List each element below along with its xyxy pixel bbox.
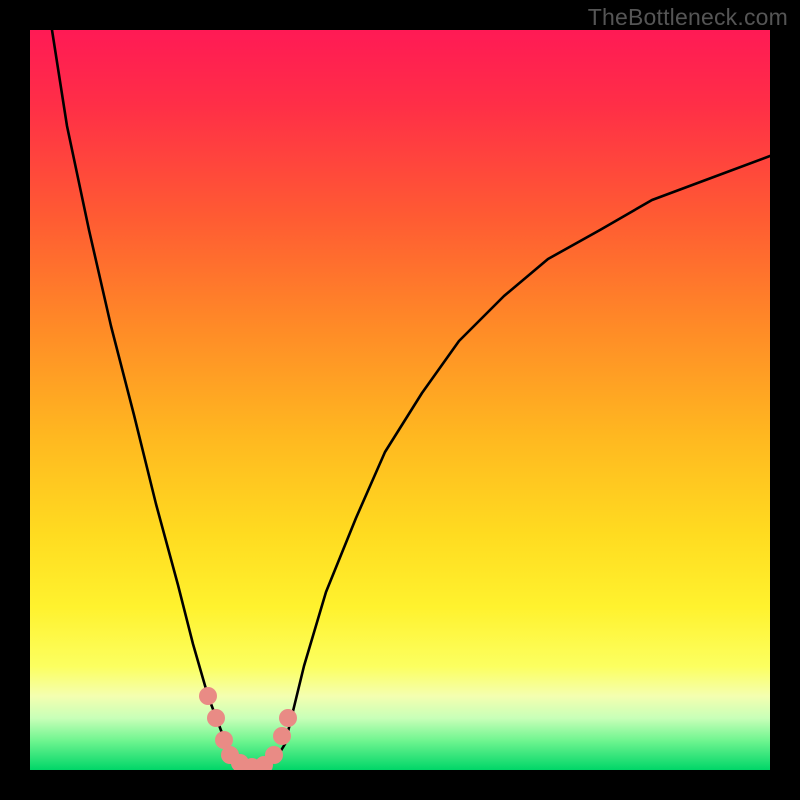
marker-dot — [207, 709, 225, 727]
chart-frame: TheBottleneck.com — [0, 0, 800, 800]
curve-layer — [30, 30, 770, 770]
plot-area — [30, 30, 770, 770]
marker-dot — [265, 746, 283, 764]
watermark-text: TheBottleneck.com — [588, 4, 788, 31]
bottleneck-curve — [52, 30, 770, 769]
min-markers — [199, 687, 297, 770]
marker-dot — [199, 687, 217, 705]
marker-dot — [273, 727, 291, 745]
marker-dot — [279, 709, 297, 727]
